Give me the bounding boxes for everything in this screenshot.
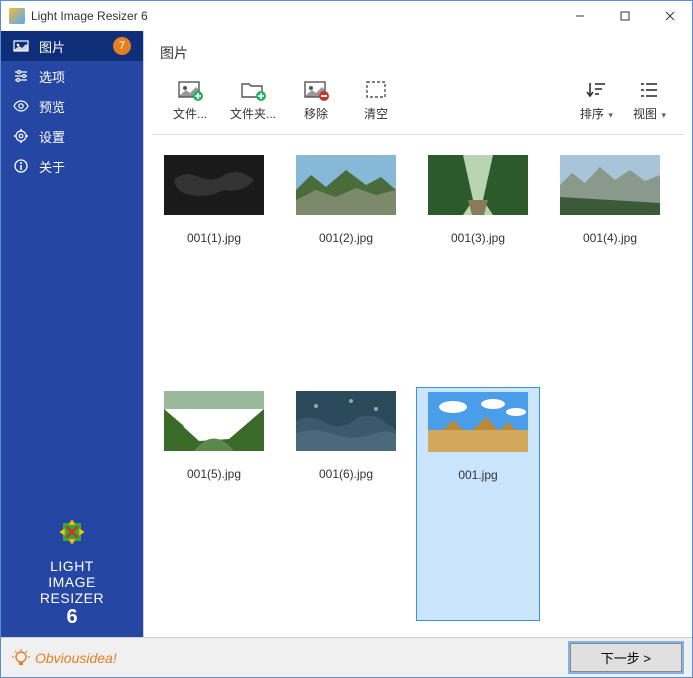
thumbnail-item[interactable]: 001(3).jpg <box>416 151 540 383</box>
toolbar: 文件... 文件夹... 移除 清空 排序 ▾ 视图 ▾ <box>152 71 684 135</box>
thumbnail-caption: 001(5).jpg <box>187 467 241 481</box>
thumbnail-image <box>164 391 264 451</box>
sidebar-item-preview[interactable]: 预览 <box>1 91 143 121</box>
thumbnail-image <box>164 155 264 215</box>
lightbulb-icon <box>11 648 31 668</box>
thumbnail-image <box>296 155 396 215</box>
thumbnail-image <box>428 155 528 215</box>
credit-link[interactable]: Obviousidea! <box>11 648 117 668</box>
view-button[interactable]: 视图 ▾ <box>623 75 676 126</box>
clear-icon <box>362 79 390 101</box>
sidebar: 图片 7 选项 预览 设置 关于 LIGHT IMAGE RESIZER 6 <box>1 31 143 637</box>
brand-text-2: IMAGE <box>1 574 143 590</box>
thumbnail-caption: 001.jpg <box>458 468 497 482</box>
sliders-icon <box>13 68 29 84</box>
sidebar-item-about[interactable]: 关于 <box>1 151 143 181</box>
window-title: Light Image Resizer 6 <box>31 9 148 23</box>
add-folder-button[interactable]: 文件夹... <box>220 75 286 126</box>
thumbnail-image <box>560 155 660 215</box>
thumbnail-item[interactable]: 001(5).jpg <box>152 387 276 621</box>
thumbnail-item[interactable]: 001(6).jpg <box>284 387 408 621</box>
brand-text-1: LIGHT <box>1 558 143 574</box>
thumbnail-item[interactable]: 001.jpg <box>416 387 540 621</box>
add-folder-icon <box>239 79 267 101</box>
info-icon <box>13 158 29 174</box>
sidebar-item-options[interactable]: 选项 <box>1 61 143 91</box>
sidebar-item-label: 关于 <box>39 157 65 176</box>
add-file-icon <box>176 79 204 101</box>
toolbar-label: 视图 ▾ <box>633 105 666 122</box>
sidebar-item-label: 设置 <box>39 127 65 146</box>
toolbar-label: 文件... <box>173 105 207 122</box>
chevron-down-icon: ▾ <box>606 110 613 120</box>
sort-button[interactable]: 排序 ▾ <box>570 75 623 126</box>
sidebar-item-label: 图片 <box>39 37 65 56</box>
brand-text-3: RESIZER <box>1 590 143 606</box>
clear-button[interactable]: 清空 <box>346 75 406 126</box>
remove-button[interactable]: 移除 <box>286 75 346 126</box>
panel-heading: 图片 <box>144 31 692 71</box>
maximize-button[interactable] <box>602 1 647 31</box>
sidebar-item-label: 选项 <box>39 67 65 86</box>
sidebar-item-label: 预览 <box>39 97 65 116</box>
next-button[interactable]: 下一步 > <box>570 643 682 672</box>
thumbnail-caption: 001(6).jpg <box>319 467 373 481</box>
content-panel: 图片 文件... 文件夹... 移除 清空 排序 ▾ <box>143 31 692 637</box>
credit-text: Obviousidea! <box>35 650 117 666</box>
sidebar-item-images[interactable]: 图片 7 <box>1 31 143 61</box>
toolbar-label: 文件夹... <box>230 105 276 122</box>
close-button[interactable] <box>647 1 692 31</box>
thumbnail-item[interactable]: 001(2).jpg <box>284 151 408 383</box>
remove-icon <box>302 79 330 101</box>
footer: Obviousidea! 下一步 > <box>1 637 692 677</box>
thumbnail-caption: 001(3).jpg <box>451 231 505 245</box>
gear-icon <box>13 128 29 144</box>
thumbnail-caption: 001(1).jpg <box>187 231 241 245</box>
thumbnail-grid: 001(1).jpg 001(2).jpg 001(3).jpg 001(4).… <box>144 135 692 637</box>
thumbnail-image <box>428 392 528 452</box>
add-file-button[interactable]: 文件... <box>160 75 220 126</box>
minimize-button[interactable] <box>557 1 602 31</box>
brand-logo-icon <box>54 514 90 550</box>
thumbnail-item[interactable]: 001(4).jpg <box>548 151 672 383</box>
brand-block: LIGHT IMAGE RESIZER 6 <box>1 514 143 637</box>
view-icon <box>635 79 663 101</box>
image-count-badge: 7 <box>113 37 131 55</box>
sort-icon <box>582 79 610 101</box>
thumbnail-caption: 001(2).jpg <box>319 231 373 245</box>
thumbnail-item[interactable]: 001(1).jpg <box>152 151 276 383</box>
toolbar-label: 移除 <box>304 105 328 122</box>
brand-version: 6 <box>1 606 143 629</box>
app-icon <box>9 8 25 24</box>
sidebar-item-settings[interactable]: 设置 <box>1 121 143 151</box>
images-icon <box>13 38 29 54</box>
thumbnail-image <box>296 391 396 451</box>
chevron-down-icon: ▾ <box>659 110 666 120</box>
thumbnail-caption: 001(4).jpg <box>583 231 637 245</box>
titlebar: Light Image Resizer 6 <box>1 1 692 31</box>
eye-icon <box>13 98 29 114</box>
toolbar-label: 排序 ▾ <box>580 105 613 122</box>
toolbar-label: 清空 <box>364 105 388 122</box>
